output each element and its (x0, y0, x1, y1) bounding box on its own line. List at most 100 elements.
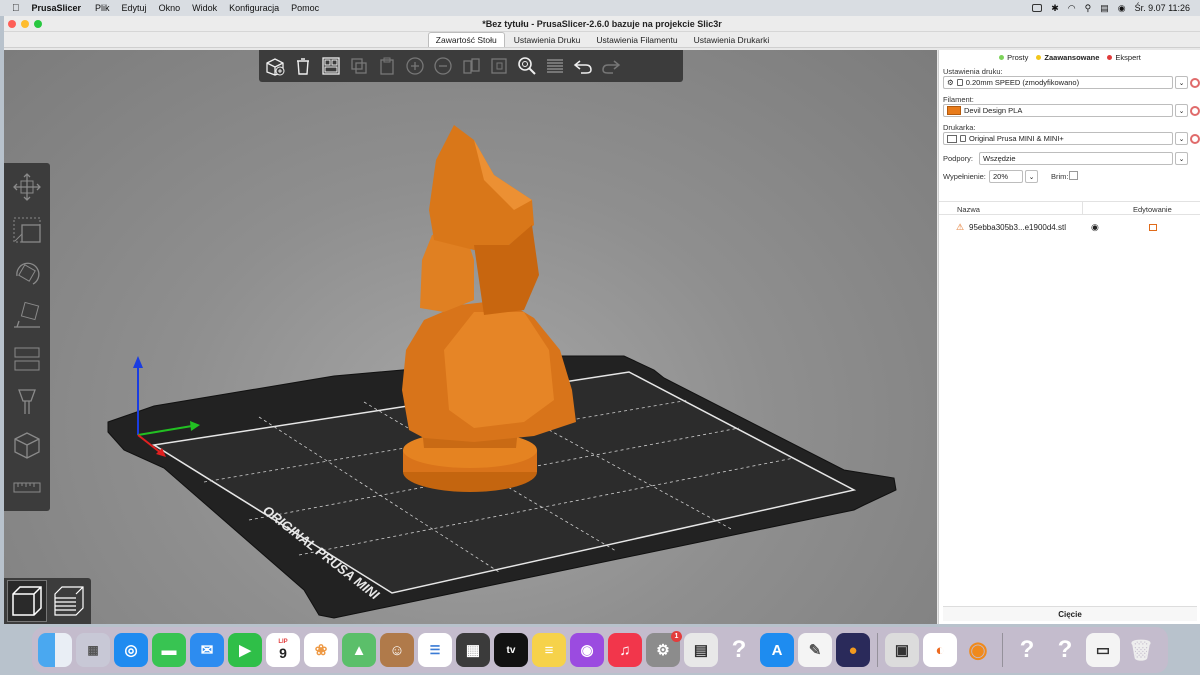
menu-okno[interactable]: Okno (159, 3, 181, 13)
tab-printer-settings[interactable]: Ustawienia Drukarki (687, 33, 777, 47)
infill-dropdown[interactable]: ⌄ (1025, 170, 1038, 183)
tab-plater[interactable]: Zawartość Stołu (427, 32, 505, 47)
column-edit[interactable]: Edytowanie (1133, 205, 1172, 214)
menu-edytuj[interactable]: Edytuj (122, 3, 147, 13)
cut-tool[interactable] (10, 343, 44, 375)
print-settings-dropdown[interactable]: ⌄ (1175, 76, 1188, 89)
prusaslicer-dock-icon[interactable]: ◐ (923, 633, 957, 667)
tab-filament-settings[interactable]: Ustawienia Filamentu (589, 33, 684, 47)
menubar-clock[interactable]: Śr. 9.07 11:26 (1135, 3, 1190, 13)
object-list-row[interactable]: ⚠ 95ebba305b3...e1900d4.stl ◉ (939, 220, 1200, 234)
edit-settings-icon[interactable] (1149, 223, 1157, 231)
system-settings-icon[interactable]: ⚙ 1 (646, 631, 682, 667)
filament-color-swatch[interactable] (947, 106, 961, 115)
zoom-window-button[interactable] (34, 20, 42, 28)
mode-simple[interactable]: Prosty (999, 53, 1028, 62)
reminders-icon[interactable]: ☰ (418, 633, 452, 667)
infill-combo[interactable]: 20% (989, 170, 1023, 183)
notes-icon[interactable]: ≡ (532, 633, 566, 667)
add-button[interactable] (263, 54, 287, 78)
brim-checkbox[interactable] (1069, 171, 1078, 180)
mail-icon[interactable]: ✉ (190, 633, 224, 667)
mode-expert[interactable]: Ekspert (1107, 53, 1141, 62)
bluetooth-icon[interactable]: ✱ (1051, 3, 1059, 14)
calendar-icon[interactable]: LIP 9 (266, 633, 300, 667)
arrange-button[interactable] (319, 54, 343, 78)
filament-combo[interactable]: Devil Design PLA (943, 104, 1173, 117)
menu-pomoc[interactable]: Pomoc (291, 3, 319, 13)
apple-tv-icon[interactable]: tv (494, 633, 528, 667)
print-settings-edit-icon[interactable] (1190, 78, 1200, 88)
maps-icon[interactable]: ▲ (342, 633, 376, 667)
remove-instance-button[interactable] (431, 54, 455, 78)
place-on-face-tool[interactable] (10, 300, 44, 332)
apple-menu-icon[interactable]:  (12, 3, 20, 14)
menu-widok[interactable]: Widok (192, 3, 217, 13)
search-icon[interactable]: ⚲ (1085, 3, 1092, 14)
supports-dropdown[interactable]: ⌄ (1175, 152, 1188, 165)
minimize-window-button[interactable] (21, 20, 29, 28)
facetime-icon[interactable]: ▶ (228, 633, 262, 667)
photos-icon[interactable]: ❀ (304, 633, 338, 667)
delete-button[interactable] (291, 54, 315, 78)
paint-supports-tool[interactable] (10, 386, 44, 418)
tab-print-settings[interactable]: Ustawienia Druku (507, 33, 588, 47)
warning-icon[interactable]: ⚠ (956, 222, 964, 233)
undo-button[interactable] (571, 54, 595, 78)
filament-edit-icon[interactable] (1190, 106, 1200, 116)
menu-app-name[interactable]: PrusaSlicer (32, 3, 82, 13)
unknown-file-icon-2[interactable]: ? (1048, 633, 1082, 667)
eye-icon[interactable]: ◉ (1091, 222, 1099, 233)
add-instance-button[interactable] (403, 54, 427, 78)
siri-icon[interactable]: ◉ (1118, 3, 1126, 14)
layers-editing-button[interactable] (543, 54, 567, 78)
measure-tool[interactable] (10, 472, 44, 504)
split-parts-button[interactable] (487, 54, 511, 78)
paste-button[interactable] (375, 54, 399, 78)
scale-tool[interactable] (10, 214, 44, 246)
menu-plik[interactable]: Plik (95, 3, 110, 13)
app-store-icon[interactable]: A (760, 633, 794, 667)
blender-icon[interactable]: ◉ (961, 633, 995, 667)
screen-mirror-icon[interactable] (1032, 4, 1043, 12)
printer-combo[interactable]: Original Prusa MINI & MINI+ (943, 132, 1173, 145)
filament-dropdown[interactable]: ⌄ (1175, 104, 1188, 117)
textedit-icon[interactable]: ✎ (798, 633, 832, 667)
unknown-app-icon[interactable]: ? (722, 633, 756, 667)
launchpad-icon[interactable]: ▦ (76, 633, 110, 667)
unknown-file-icon[interactable]: ? (1010, 633, 1044, 667)
3d-view-button[interactable] (7, 580, 47, 622)
print-settings-combo[interactable]: ⚙ 0.20mm SPEED (zmodyfikowano) (943, 76, 1173, 89)
menu-konfiguracja[interactable]: Konfiguracja (229, 3, 279, 13)
slice-button[interactable]: Cięcie (943, 606, 1197, 621)
music-icon[interactable]: ♫ (608, 633, 642, 667)
printer-edit-icon[interactable] (1190, 134, 1200, 144)
printer-app-icon[interactable]: ▤ (684, 633, 718, 667)
copy-button[interactable] (347, 54, 371, 78)
wifi-icon[interactable]: ◠ (1068, 3, 1076, 14)
preview-button[interactable] (50, 581, 88, 621)
supports-combo[interactable]: Wszędzie (979, 152, 1173, 165)
firefox-icon[interactable]: ● (836, 633, 870, 667)
podcasts-icon[interactable]: ◉ (570, 633, 604, 667)
column-name[interactable]: Nazwa (957, 205, 980, 214)
close-window-button[interactable] (8, 20, 16, 28)
mode-advanced[interactable]: Zaawansowane (1036, 53, 1099, 62)
trash-icon[interactable]: 🗑 (1124, 633, 1158, 667)
control-center-icon[interactable]: ▤ (1100, 3, 1109, 14)
rotate-tool[interactable] (10, 257, 44, 289)
finder-icon[interactable] (38, 633, 72, 667)
printer-dropdown[interactable]: ⌄ (1175, 132, 1188, 145)
downloads-stack-icon[interactable]: ▭ (1086, 633, 1120, 667)
3d-viewport[interactable]: ORIGINAL PRUSA MINI (4, 50, 937, 624)
preview-icon[interactable]: ▣ (885, 633, 919, 667)
messages-icon[interactable]: ▬ (152, 633, 186, 667)
calculator-icon[interactable]: ▦ (456, 633, 490, 667)
redo-button[interactable] (599, 54, 623, 78)
safari-icon[interactable]: ◎ (114, 633, 148, 667)
emboss-tool[interactable] (10, 429, 44, 461)
search-button[interactable] (515, 54, 539, 78)
contacts-icon[interactable]: ☺ (380, 633, 414, 667)
split-objects-button[interactable] (459, 54, 483, 78)
move-tool[interactable] (10, 171, 44, 203)
